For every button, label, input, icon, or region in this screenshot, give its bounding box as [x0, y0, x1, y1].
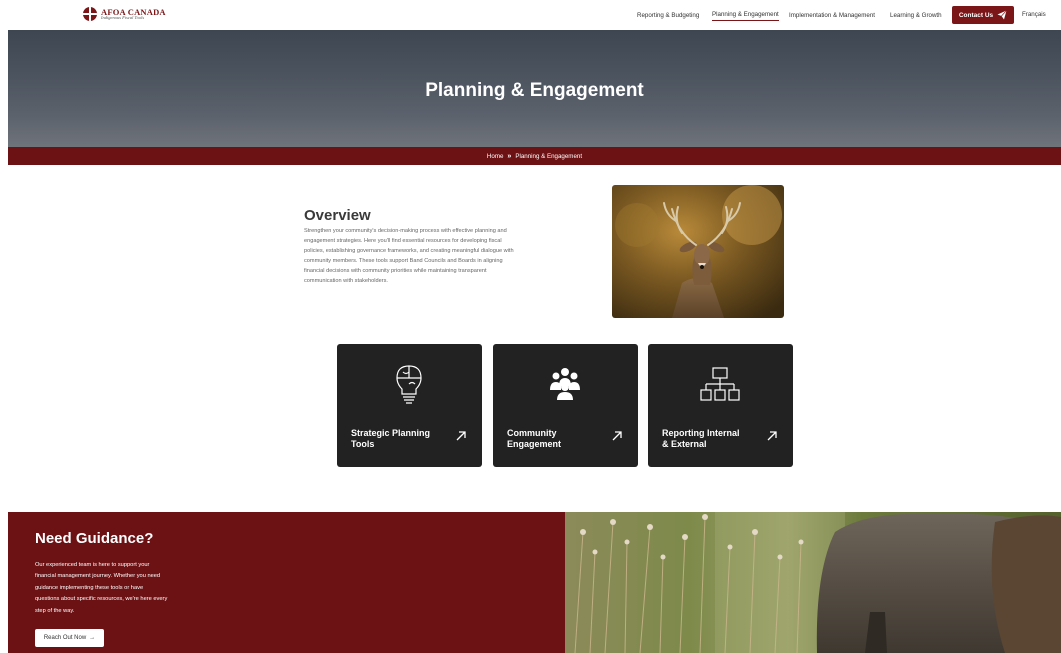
guidance-line: questions about specific resources, we'r… [35, 596, 168, 603]
card-label-line: Tools [351, 439, 375, 449]
breadcrumb-home-link[interactable]: Home [487, 153, 504, 160]
page-title: Planning & Engagement [425, 80, 644, 101]
nav-item-reporting-budgeting[interactable]: Reporting & Budgeting [637, 12, 699, 19]
card-label-line: Reporting Internal [662, 428, 740, 438]
hero-banner: Planning & Engagement [8, 30, 1061, 147]
card-label-line: Community [507, 428, 557, 438]
reach-out-now-button[interactable]: Reach Out Now → [35, 629, 104, 647]
nav-item-learning-growth[interactable]: Learning & Growth [890, 12, 942, 19]
deer-photo [612, 185, 784, 318]
overview-line: policies, establishing governance framew… [304, 248, 514, 255]
card-reporting-internal-external[interactable]: Reporting Internal & External [648, 344, 793, 467]
language-switch-link[interactable]: Français [1022, 11, 1046, 18]
site-header: AFOA CANADA Indigenous Fiscal Tools Repo… [0, 0, 1061, 30]
arrow-right-icon: → [89, 635, 96, 641]
overview-line: communication with stakeholders. [304, 278, 388, 285]
people-group-icon [550, 368, 580, 400]
site-logo[interactable]: AFOA CANADA Indigenous Fiscal Tools [83, 7, 166, 21]
guidance-line: financial management journey. Whether yo… [35, 573, 161, 580]
breadcrumb: Home » Planning & Engagement [8, 147, 1061, 165]
contact-us-button[interactable]: Contact Us [952, 6, 1014, 24]
guidance-description: Our experienced team is here to support … [35, 560, 205, 617]
overview-line: Strengthen your community's decision-mak… [304, 228, 507, 234]
arrow-up-right-icon [612, 431, 622, 441]
bison-photo [565, 512, 1061, 653]
guidance-line: guidance implementing these tools or hav… [35, 584, 144, 591]
contact-us-label: Contact Us [958, 11, 994, 19]
guidance-line: step of the way. [35, 607, 75, 614]
card-label-line: & External [662, 439, 707, 449]
nav-item-implementation-management[interactable]: Implementation & Management [789, 12, 875, 19]
breadcrumb-current: Planning & Engagement [515, 152, 583, 160]
card-strategic-planning-tools[interactable]: Strategic Planning Tools [337, 344, 482, 467]
guidance-heading: Need Guidance? [35, 530, 154, 547]
card-label: Reporting Internal & External [662, 428, 757, 450]
overview-description: Strengthen your community's decision-mak… [304, 226, 564, 287]
overview-line: community members. These tools support B… [304, 258, 503, 265]
logo-subtitle: Indigenous Fiscal Tools [101, 15, 145, 20]
reach-out-label: Reach Out Now [43, 635, 87, 641]
guidance-line: Our experienced team is here to support … [35, 562, 150, 568]
arrow-up-right-icon [767, 431, 777, 441]
lightbulb-puzzle-icon [396, 365, 422, 404]
guidance-section: Need Guidance? Our experienced team is h… [8, 512, 565, 653]
card-label: Community Engagement [507, 428, 602, 450]
card-label-line: Strategic Planning [351, 428, 431, 438]
org-chart-icon [700, 367, 740, 401]
double-chevron-right-icon: » [507, 152, 512, 160]
card-community-engagement[interactable]: Community Engagement [493, 344, 638, 467]
card-label: Strategic Planning Tools [351, 428, 446, 450]
overview-heading: Overview [304, 207, 371, 224]
overview-line: financial decisions with community prior… [304, 268, 487, 275]
nav-item-planning-engagement[interactable]: Planning & Engagement [712, 11, 779, 21]
paper-plane-icon [997, 10, 1007, 20]
card-label-line: Engagement [507, 439, 562, 449]
arrow-up-right-icon [456, 431, 466, 441]
overview-line: engagement strategies. Here you'll find … [304, 238, 502, 245]
logo-emblem-icon [83, 7, 97, 21]
